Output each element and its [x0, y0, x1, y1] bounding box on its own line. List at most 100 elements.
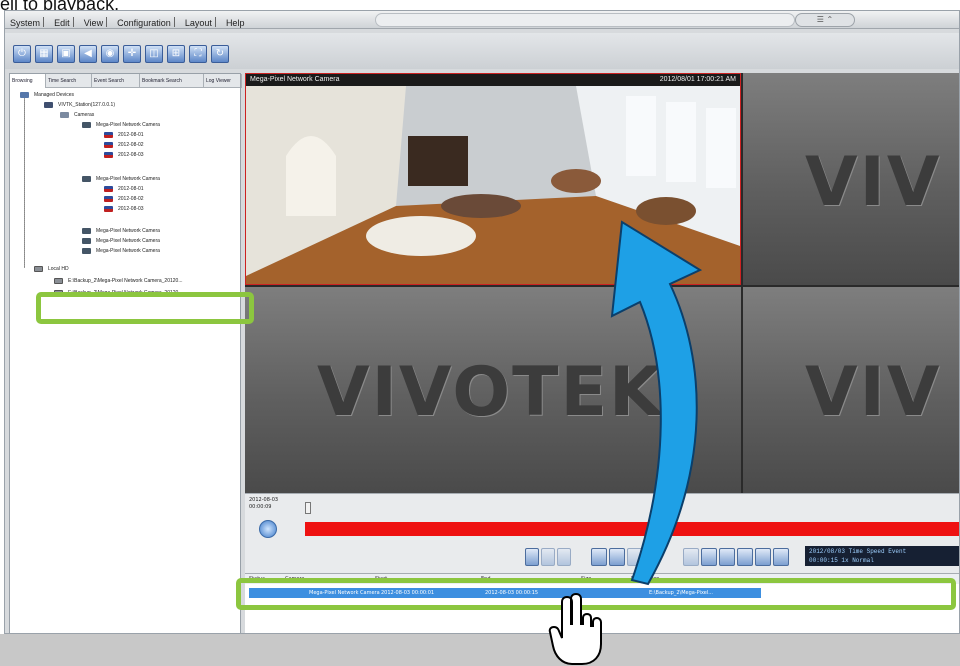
- stop-icon[interactable]: [683, 548, 699, 566]
- tree-camera-5[interactable]: Mega-Pixel Network Camera: [96, 247, 160, 255]
- camera-icon: [82, 176, 91, 182]
- tree-server[interactable]: VIVTK_Station(127.0.0.1): [58, 101, 115, 109]
- tree-camera-4[interactable]: Mega-Pixel Network Camera: [96, 237, 160, 245]
- video-cell-empty-3[interactable]: VIV: [743, 287, 959, 493]
- refresh-icon[interactable]: ↻: [211, 45, 229, 63]
- menu-separator: [214, 16, 216, 27]
- recording-icon: [104, 142, 113, 148]
- bottom-shade: [0, 634, 960, 666]
- highlight-tree-file: [36, 292, 254, 324]
- audio-icon[interactable]: ◀: [79, 45, 97, 63]
- mark-in-icon[interactable]: [525, 548, 539, 566]
- panel-tabs: Browsing Time Search Event Search Bookma…: [10, 74, 242, 88]
- tree-date[interactable]: 2012-08-01: [118, 185, 144, 193]
- recording-icon: [104, 132, 113, 138]
- tree-camera-1[interactable]: Mega-Pixel Network Camera: [96, 121, 160, 129]
- lock-icon[interactable]: ▣: [57, 45, 75, 63]
- camera-icon: [82, 122, 91, 128]
- device-tree: Managed Devices VIVTK_Station(127.0.0.1)…: [10, 88, 240, 628]
- collapse-toolbar-button[interactable]: ☰ ⌃: [795, 13, 855, 27]
- vivotek-watermark: VIV: [805, 143, 942, 222]
- screenshot-root: ell to playback. System Edit View Config…: [0, 0, 960, 666]
- managed-devices-icon: [20, 92, 29, 98]
- sequence-icon[interactable]: ◫: [145, 45, 163, 63]
- tab-browsing[interactable]: Browsing: [10, 74, 46, 88]
- video-grid: Mega-Pixel Network Camera 2012/08/01 17:…: [245, 73, 959, 493]
- device-panel: Browsing Time Search Event Search Bookma…: [9, 73, 242, 633]
- menu-help[interactable]: Help: [223, 15, 248, 31]
- power-icon[interactable]: ⏻: [13, 45, 31, 63]
- tree-date[interactable]: 2012-08-03: [118, 151, 144, 159]
- tree-camera-2[interactable]: Mega-Pixel Network Camera: [96, 175, 160, 183]
- slower-icon[interactable]: [755, 548, 771, 566]
- video-frame: [246, 86, 740, 284]
- main-toolbar: ⏻ ▦ ▣ ◀ ◉ ✛ ◫ ⊞ ⛶ ↻: [5, 33, 959, 69]
- local-disk-icon: [34, 266, 43, 272]
- menu-separator: [43, 16, 45, 27]
- tree-backup-file-1[interactable]: E:\Backup_2\Mega-Pixel Network Camera_20…: [68, 277, 183, 285]
- video-header: Mega-Pixel Network Camera 2012/08/01 17:…: [246, 74, 740, 86]
- grid-icon[interactable]: ⊞: [167, 45, 185, 63]
- snapshot-icon[interactable]: ◉: [101, 45, 119, 63]
- video-timestamp: 2012/08/01 17:00:21 AM: [659, 76, 736, 83]
- play-icon[interactable]: [627, 548, 643, 566]
- ptz-icon[interactable]: ✛: [123, 45, 141, 63]
- tree-date[interactable]: 2012-08-02: [118, 141, 144, 149]
- file-icon: [54, 278, 63, 284]
- title-bar-area: [375, 13, 795, 27]
- tree-camera-3[interactable]: Mega-Pixel Network Camera: [96, 227, 160, 235]
- tab-log-viewer[interactable]: Log Viewer: [204, 74, 242, 88]
- pause-icon[interactable]: [609, 548, 625, 566]
- fullscreen-icon[interactable]: ⛶: [189, 45, 207, 63]
- menu-configuration[interactable]: Configuration: [114, 15, 174, 31]
- export-icon[interactable]: [557, 548, 571, 566]
- video-cell-active[interactable]: Mega-Pixel Network Camera 2012/08/01 17:…: [245, 73, 741, 285]
- tab-time-search[interactable]: Time Search: [46, 74, 92, 88]
- next-frame-icon[interactable]: [701, 548, 717, 566]
- room-scene-image: [246, 86, 740, 284]
- playback-start-date: 2012-08-03: [249, 497, 279, 503]
- server-icon: [44, 102, 53, 108]
- tree-date[interactable]: 2012-08-02: [118, 195, 144, 203]
- playback-panel: 2012-08-03 00:00:09 2012/08/03 Time Spee…: [245, 493, 959, 573]
- recording-icon: [104, 196, 113, 202]
- menu-separator: [173, 16, 175, 27]
- display-line-2: 00:00:15 1x Normal: [809, 557, 874, 564]
- display-line-1: 2012/08/03 Time Speed Event: [809, 548, 907, 555]
- menu-edit[interactable]: Edit: [51, 15, 73, 31]
- playback-start-time: 00:00:09: [249, 504, 272, 510]
- menu-separator: [72, 16, 74, 27]
- menu-view[interactable]: View: [81, 15, 106, 31]
- recording-timeline[interactable]: [305, 522, 959, 536]
- tree-date[interactable]: 2012-08-01: [118, 131, 144, 139]
- tree-local-hd[interactable]: Local HD: [48, 265, 69, 273]
- layout-icon[interactable]: ▦: [35, 45, 53, 63]
- sync-icon[interactable]: [259, 520, 277, 538]
- vivotek-watermark: VIV: [805, 353, 942, 432]
- video-camera-label: Mega-Pixel Network Camera: [250, 76, 340, 83]
- tree-managed-devices[interactable]: Managed Devices: [34, 91, 74, 99]
- folder-icon: [60, 112, 69, 118]
- timeline-slider-handle[interactable]: [305, 502, 311, 514]
- tab-bookmark-search[interactable]: Bookmark Search: [140, 74, 204, 88]
- video-cell-empty-1[interactable]: VIV: [743, 73, 959, 285]
- menu-separator: [106, 16, 108, 27]
- hand-cursor-icon: [548, 592, 602, 665]
- faster-icon[interactable]: [773, 548, 789, 566]
- camera-icon: [82, 228, 91, 234]
- camera-icon: [82, 248, 91, 254]
- bookmark-icon[interactable]: [719, 548, 735, 566]
- snapshot-icon[interactable]: [737, 548, 753, 566]
- menu-layout[interactable]: Layout: [182, 15, 215, 31]
- tree-cameras[interactable]: Cameras: [74, 111, 94, 119]
- tree-date[interactable]: 2012-08-03: [118, 205, 144, 213]
- recording-icon: [104, 206, 113, 212]
- tree-line: [24, 98, 25, 268]
- tab-event-search[interactable]: Event Search: [92, 74, 140, 88]
- vivotek-watermark: VIVOTEK: [317, 353, 664, 432]
- recording-icon: [104, 186, 113, 192]
- menu-system[interactable]: System: [7, 15, 43, 31]
- video-cell-empty-2[interactable]: VIVOTEK: [245, 287, 741, 493]
- mark-out-icon[interactable]: [541, 548, 555, 566]
- previous-frame-icon[interactable]: [591, 548, 607, 566]
